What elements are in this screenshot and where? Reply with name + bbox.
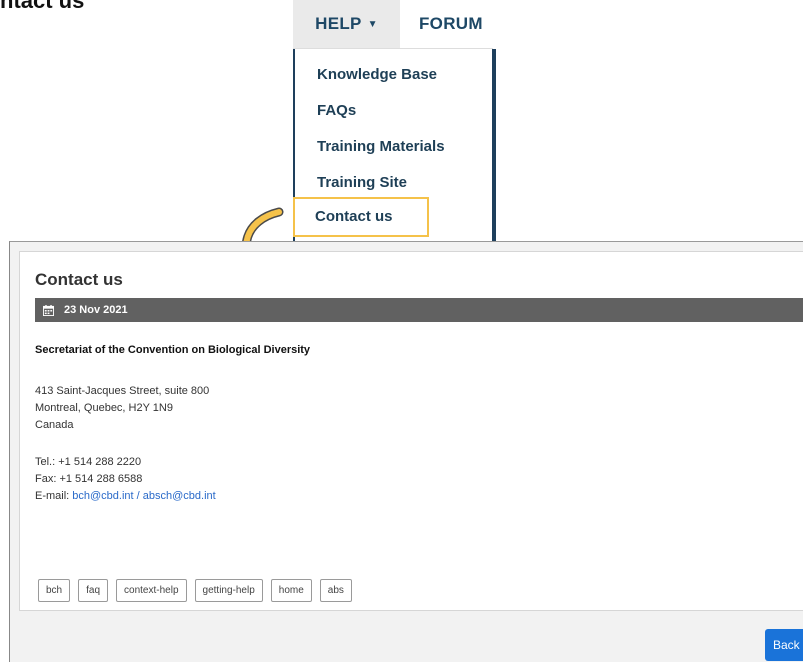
contact-page-window: Contact us 23 Nov 2021 Secretariat of th… bbox=[9, 241, 803, 662]
organization-name: Secretariat of the Convention on Biologi… bbox=[35, 344, 311, 356]
telephone: Tel.: +1 514 288 2220 bbox=[35, 456, 142, 468]
email-link-absch[interactable]: absch@cbd.int bbox=[143, 490, 216, 502]
tag-faq[interactable]: faq bbox=[78, 579, 109, 602]
menu-item-contact-us-label: Contact us bbox=[315, 208, 393, 225]
back-button[interactable]: Back bbox=[765, 629, 803, 661]
menu-item-training-materials[interactable]: Training Materials bbox=[317, 138, 445, 155]
fax: Fax: +1 514 288 6588 bbox=[35, 473, 143, 485]
tag-context-help[interactable]: context-help bbox=[116, 579, 187, 602]
address-line: Montreal, Quebec, H2Y 1N9 bbox=[35, 402, 173, 414]
email-separator: / bbox=[133, 490, 143, 502]
menu-item-faqs[interactable]: FAQs bbox=[317, 102, 356, 119]
menu-item-knowledge-base[interactable]: Knowledge Base bbox=[317, 66, 437, 83]
menu-item-contact-us[interactable]: Contact us bbox=[293, 197, 429, 237]
caret-down-icon: ▼ bbox=[367, 18, 378, 30]
email-link-bch[interactable]: bch@cbd.int bbox=[72, 490, 133, 502]
calendar-icon bbox=[43, 304, 54, 316]
address-line: 413 Saint-Jacques Street, suite 800 bbox=[35, 385, 210, 397]
page-title: Contact us bbox=[35, 270, 123, 289]
tag-bch[interactable]: bch bbox=[38, 579, 71, 602]
tab-help[interactable]: HELP ▼ bbox=[293, 0, 400, 48]
email-label: E-mail: bbox=[35, 490, 73, 502]
tab-help-label: HELP bbox=[315, 14, 362, 33]
top-navigation: HELP ▼ FORUM bbox=[293, 0, 493, 49]
tag-list: bch faq context-help getting-help home a… bbox=[38, 579, 352, 602]
address-block: 413 Saint-Jacques Street, suite 800 Mont… bbox=[35, 383, 209, 434]
page-heading: ntact us bbox=[0, 0, 85, 13]
tab-forum[interactable]: FORUM bbox=[419, 0, 483, 48]
address-line: Canada bbox=[35, 419, 74, 431]
tag-getting-help[interactable]: getting-help bbox=[194, 579, 263, 602]
contact-info-block: Tel.: +1 514 288 2220 Fax: +1 514 288 65… bbox=[35, 454, 216, 505]
date-text: 23 Nov 2021 bbox=[64, 304, 128, 316]
menu-item-training-site[interactable]: Training Site bbox=[317, 174, 407, 191]
tag-home[interactable]: home bbox=[270, 579, 312, 602]
email-line: E-mail: bch@cbd.int / absch@cbd.int bbox=[35, 488, 216, 505]
contact-card: Contact us 23 Nov 2021 Secretariat of th… bbox=[19, 251, 803, 611]
tag-abs[interactable]: abs bbox=[319, 579, 352, 602]
date-bar: 23 Nov 2021 bbox=[35, 298, 803, 322]
